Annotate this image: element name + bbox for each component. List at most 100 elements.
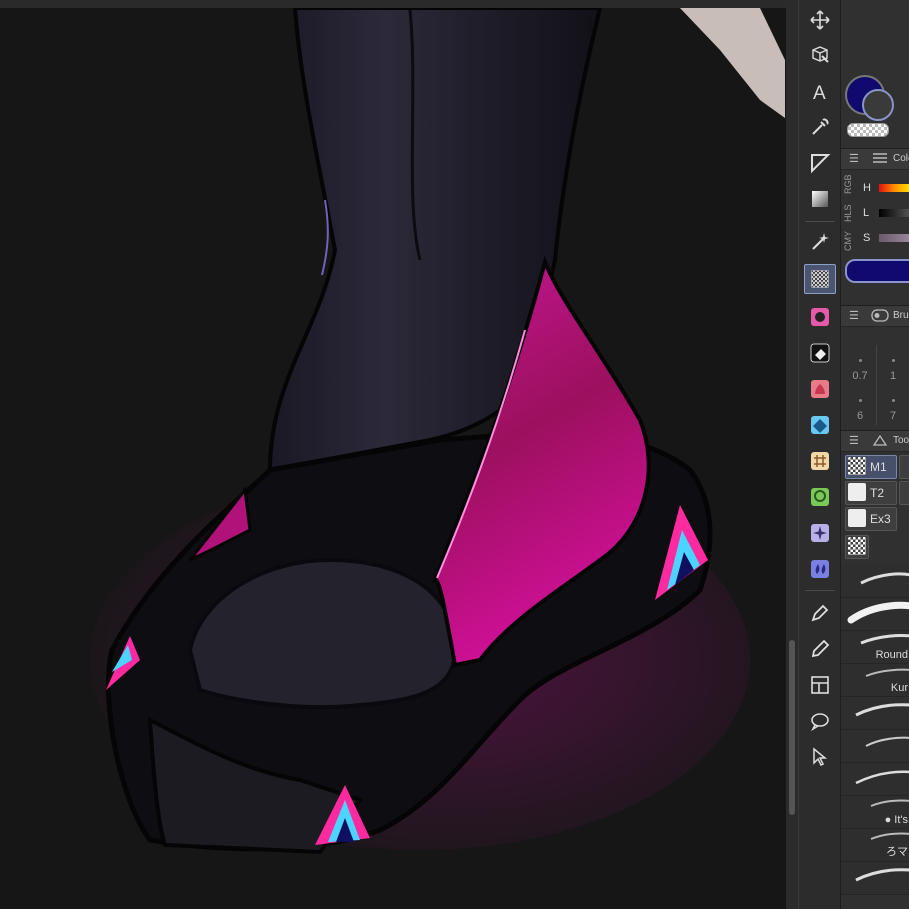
brush-size-value[interactable]: 7 bbox=[883, 410, 903, 422]
brush-size-dot bbox=[892, 399, 895, 402]
pen-tool-icon bbox=[848, 483, 866, 501]
color-panel-header[interactable]: ☰ Colo bbox=[841, 148, 909, 170]
brush-stroke-preview bbox=[870, 799, 909, 807]
sub-tool-label: T2 bbox=[870, 486, 885, 500]
brush-preset-its[interactable]: ● It's bbox=[841, 796, 909, 829]
toolbar-divider bbox=[805, 221, 835, 222]
slider-label-l: L bbox=[863, 207, 870, 219]
brush-name-text: It's bbox=[894, 814, 908, 826]
sub-tool-transparent[interactable] bbox=[845, 535, 869, 559]
pencil-icon[interactable] bbox=[804, 634, 836, 664]
brush-preset[interactable] bbox=[841, 598, 909, 631]
blur-icon[interactable] bbox=[804, 302, 836, 332]
svg-text:A: A bbox=[813, 83, 826, 102]
magic-wand-icon[interactable] bbox=[804, 226, 836, 256]
brush-size-value[interactable]: 0.7 bbox=[850, 370, 870, 382]
lasso-fill-icon[interactable] bbox=[804, 482, 836, 512]
brush-preset-roma[interactable]: ろマ bbox=[841, 829, 909, 862]
fill-icon[interactable] bbox=[804, 374, 836, 404]
brush-preset[interactable] bbox=[841, 565, 909, 598]
slider-label-h: H bbox=[863, 182, 871, 194]
water-drop-icon[interactable] bbox=[804, 554, 836, 584]
brush-active-dot: ● bbox=[884, 814, 895, 826]
brush-name: Round bbox=[875, 649, 908, 661]
tool-property-panel-header[interactable]: ☰ Too bbox=[841, 430, 909, 452]
brush-size-dot bbox=[892, 359, 895, 362]
brush-preset[interactable] bbox=[841, 697, 909, 730]
brush-size-value[interactable]: 6 bbox=[850, 410, 870, 422]
canvas-vertical-scrollbar[interactable] bbox=[786, 0, 798, 909]
transparent-brush-icon bbox=[848, 537, 866, 555]
color-panel-title: Colo bbox=[893, 153, 909, 164]
gradient-icon[interactable] bbox=[804, 184, 836, 214]
transparent-color-swatch[interactable] bbox=[847, 123, 889, 137]
sub-tool-m1[interactable]: M1 bbox=[845, 455, 897, 479]
grid-icon[interactable] bbox=[804, 446, 836, 476]
tool-palette: A bbox=[798, 0, 841, 909]
object-select-icon[interactable] bbox=[804, 40, 836, 70]
sub-tool-partial[interactable] bbox=[899, 481, 909, 505]
brush-stroke-preview bbox=[855, 703, 909, 717]
brush-size-dot bbox=[859, 399, 862, 402]
brush-preset[interactable] bbox=[841, 862, 909, 895]
sub-color-swatch[interactable] bbox=[862, 89, 894, 121]
tool-property-icon bbox=[872, 434, 888, 446]
artwork-boot-illustration[interactable] bbox=[0, 0, 798, 909]
canvas-area[interactable] bbox=[0, 0, 798, 909]
text-icon[interactable]: A bbox=[804, 76, 836, 106]
scrollbar-thumb[interactable] bbox=[789, 640, 795, 815]
saturation-slider[interactable] bbox=[879, 234, 909, 242]
sub-tool-partial[interactable] bbox=[899, 455, 909, 479]
brush-size-panel-title: Brus bbox=[893, 310, 909, 321]
brush-size-dot bbox=[859, 359, 862, 362]
tool-property-panel-title: Too bbox=[893, 435, 909, 446]
panel-menu-icon[interactable]: ☰ bbox=[849, 152, 859, 165]
brush-size-grid: 0.7 1 6 7 bbox=[841, 345, 909, 425]
brush-size-icon bbox=[871, 309, 889, 322]
speech-balloon-icon[interactable] bbox=[804, 706, 836, 736]
tab-rgb[interactable]: RGB bbox=[843, 172, 859, 196]
pen-icon[interactable] bbox=[804, 598, 836, 628]
brush-stroke-preview bbox=[855, 868, 909, 882]
slider-label-s: S bbox=[863, 232, 871, 244]
select-arrow-icon[interactable] bbox=[804, 742, 836, 772]
brush-preset[interactable] bbox=[841, 730, 909, 763]
sub-tool-ex3[interactable]: Ex3 bbox=[845, 507, 897, 531]
eraser-tool-icon bbox=[848, 509, 866, 527]
sub-tool-label: M1 bbox=[870, 460, 887, 474]
current-color-bar[interactable] bbox=[845, 259, 909, 283]
canvas-top-strip bbox=[0, 0, 798, 8]
ruler-icon[interactable] bbox=[804, 148, 836, 178]
transparent-brush-icon[interactable] bbox=[804, 264, 836, 294]
brush-stroke-preview bbox=[847, 601, 909, 624]
eyedropper-icon[interactable] bbox=[804, 112, 836, 142]
eraser-icon[interactable] bbox=[804, 338, 836, 368]
sparkle-icon[interactable] bbox=[804, 518, 836, 548]
panel-menu-icon[interactable]: ☰ bbox=[849, 309, 859, 322]
hue-slider[interactable] bbox=[879, 184, 909, 192]
toolbar-divider bbox=[805, 590, 835, 591]
grid-divider bbox=[876, 345, 877, 425]
right-panel-column: ☰ Colo RGB HLS CMY H L S ☰ Brus 0.7 1 6 … bbox=[840, 0, 909, 909]
brush-name: ● It's bbox=[885, 814, 908, 826]
frame-icon[interactable] bbox=[804, 670, 836, 700]
brush-size-panel-header[interactable]: ☰ Brus bbox=[841, 305, 909, 327]
brush-preset-kur[interactable]: Kur bbox=[841, 664, 909, 697]
brush-stroke-preview bbox=[855, 770, 909, 785]
tab-hls[interactable]: HLS bbox=[843, 200, 859, 226]
brush-name: ろマ bbox=[886, 846, 908, 858]
sub-tool-label: Ex3 bbox=[870, 512, 891, 526]
transparent-brush-icon bbox=[848, 457, 866, 475]
color-slider-icon bbox=[873, 153, 887, 163]
sub-tool-t2[interactable]: T2 bbox=[845, 481, 897, 505]
panel-menu-icon[interactable]: ☰ bbox=[849, 434, 859, 447]
brush-stroke-preview bbox=[860, 572, 909, 585]
brush-preset[interactable] bbox=[841, 763, 909, 796]
brush-size-value[interactable]: 1 bbox=[883, 370, 903, 382]
lightness-slider[interactable] bbox=[879, 209, 909, 217]
brush-stroke-preview bbox=[865, 668, 909, 677]
move-icon[interactable] bbox=[804, 5, 836, 35]
brush-preset-round[interactable]: Round bbox=[841, 631, 909, 664]
tab-cmy[interactable]: CMY bbox=[843, 230, 859, 252]
gradient-fill-icon[interactable] bbox=[804, 410, 836, 440]
